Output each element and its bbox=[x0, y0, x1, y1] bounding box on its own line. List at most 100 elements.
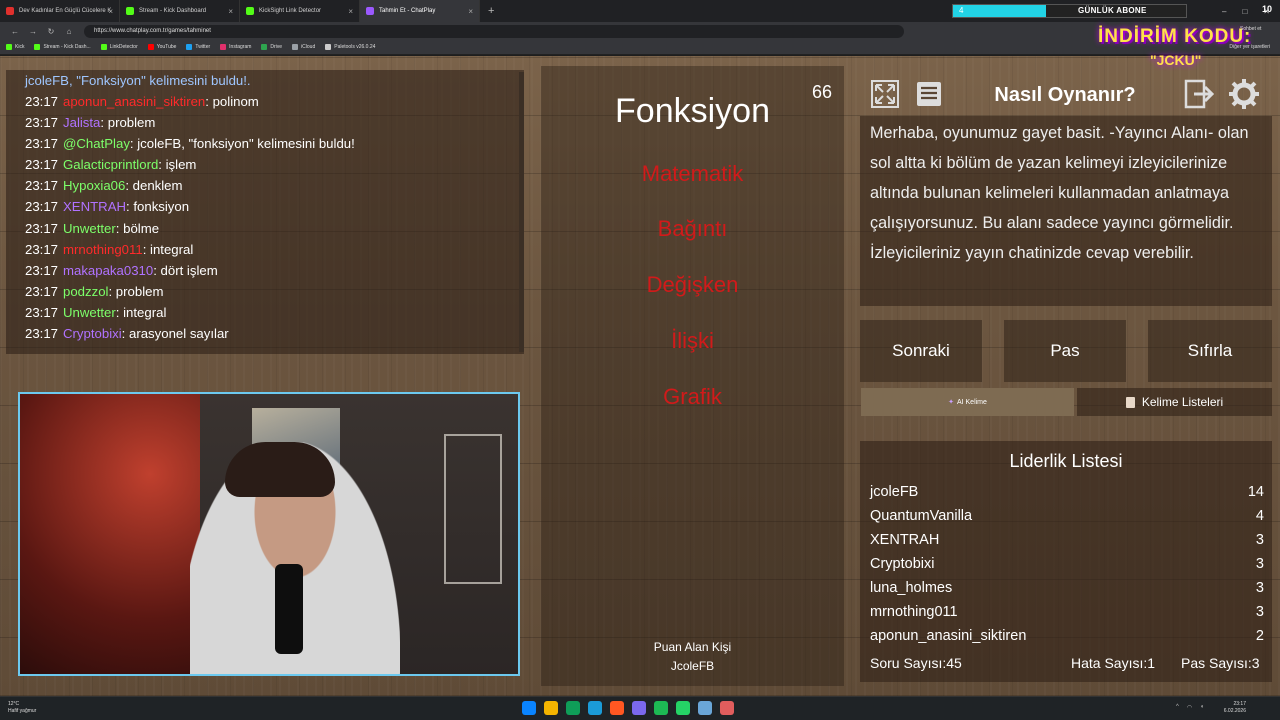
tab-favicon bbox=[6, 7, 14, 15]
chat-username[interactable]: mrnothing011 bbox=[63, 242, 143, 257]
taskbar-app-icon[interactable] bbox=[588, 701, 602, 715]
taskbar-app-icon[interactable] bbox=[676, 701, 690, 715]
chat-timestamp: 23:17 bbox=[25, 241, 59, 257]
forward-icon[interactable]: → bbox=[24, 27, 42, 36]
chat-username[interactable]: makapaka0310 bbox=[63, 263, 153, 278]
how-to-play-title: Nasıl Oynanır? bbox=[994, 84, 1136, 106]
url-field[interactable]: https://www.chatplay.com.tr/games/tahmin… bbox=[84, 24, 904, 38]
chat-scrollbar[interactable] bbox=[519, 72, 524, 352]
chat-username[interactable]: @ChatPlay bbox=[63, 136, 130, 151]
chat-button[interactable]: Sohbet et bbox=[1240, 26, 1261, 32]
address-bar: ← → ↻ ⌂ https://www.chatplay.com.tr/game… bbox=[0, 22, 1280, 40]
taskbar-app-icon[interactable] bbox=[610, 701, 624, 715]
tab-4-active[interactable]: Tahmin Et - ChatPlay × bbox=[360, 0, 480, 22]
bookmark-paletools[interactable]: Paletools v26.0.24 bbox=[325, 44, 375, 50]
chat-message: 23:17 mrnothing011: integral bbox=[25, 239, 524, 260]
taskbar-app-icon[interactable] bbox=[632, 701, 646, 715]
bookmark-youtube[interactable]: YouTube bbox=[147, 44, 176, 50]
chat-username[interactable]: podzzol bbox=[63, 284, 108, 299]
minimize-button[interactable]: – bbox=[1222, 7, 1226, 16]
leaderboard-score: 3 bbox=[1255, 556, 1264, 572]
tab-favicon bbox=[366, 7, 374, 15]
bookmark-drive[interactable]: Drive bbox=[261, 44, 282, 50]
close-icon[interactable]: × bbox=[108, 7, 113, 16]
windows-taskbar: 12°C Hafif yağmur ^ ◠ ◖ 23:17 6.02.2026 bbox=[0, 696, 1280, 720]
new-tab-button[interactable]: + bbox=[488, 5, 494, 17]
leaderboard-row: QuantumVanilla 4 bbox=[870, 508, 1264, 524]
taskbar-app-icon[interactable] bbox=[654, 701, 668, 715]
chat-username[interactable]: Unwetter bbox=[63, 305, 116, 320]
chat-username[interactable]: Galacticprintlord bbox=[63, 157, 158, 172]
home-icon[interactable]: ⌂ bbox=[60, 27, 78, 36]
chat-timestamp: 23:17 bbox=[25, 199, 59, 215]
taskbar-app-icon[interactable] bbox=[698, 701, 712, 715]
close-icon[interactable]: × bbox=[228, 7, 233, 16]
chat-timestamp: 23:17 bbox=[25, 178, 59, 194]
bookmark-stream[interactable]: Stream - Kick Dash... bbox=[34, 44, 91, 50]
sub-goal-progress bbox=[953, 5, 1047, 17]
chat-username[interactable]: Hypoxia06 bbox=[63, 178, 125, 193]
bookmarks-bar: Kick Stream - Kick Dash... LinkDetector … bbox=[0, 40, 1280, 55]
chat-username[interactable]: aponun_anasini_siktiren bbox=[63, 94, 205, 109]
bookmark-instagram[interactable]: Instagram bbox=[220, 44, 251, 50]
leaderboard-score: 2 bbox=[1255, 628, 1264, 644]
chat-timestamp: 23:17 bbox=[25, 262, 59, 278]
speaker-icon[interactable]: ◖ bbox=[1200, 704, 1204, 711]
leaderboard-row: mrnothing011 3 bbox=[870, 604, 1264, 620]
close-icon[interactable]: × bbox=[468, 7, 473, 16]
reset-button[interactable]: Sıfırla bbox=[1148, 320, 1272, 382]
leaderboard-name: XENTRAH bbox=[870, 532, 940, 548]
leaderboard-panel: Liderlik Listesi jcoleFB 14 QuantumVanilla… bbox=[860, 441, 1272, 682]
leaderboard-name: Cryptobixi bbox=[870, 556, 935, 572]
ai-word-button[interactable]: ✦ AI Kelime bbox=[861, 388, 1074, 416]
fullscreen-icon[interactable] bbox=[867, 76, 903, 112]
bookmark-linkdetector[interactable]: LinkDetector bbox=[100, 44, 138, 50]
discount-code-title: İNDİRİM KODU: bbox=[1098, 26, 1252, 47]
chat-timestamp: 23:17 bbox=[25, 326, 59, 342]
taboo-word: İlişki bbox=[671, 328, 714, 353]
weather-temp: 12°C bbox=[8, 701, 20, 707]
taskbar-app-icon[interactable] bbox=[720, 701, 734, 715]
screen: Dev Kadınlar En Güçlü Cücelere K × Stream… bbox=[0, 0, 1280, 720]
chat-text: : arasyonel sayılar bbox=[121, 326, 229, 342]
discount-code-value: "JCKU" bbox=[1150, 52, 1202, 68]
back-icon[interactable]: ← bbox=[6, 27, 24, 36]
instagram-icon bbox=[220, 44, 227, 50]
taskbar-app-icon[interactable] bbox=[566, 701, 580, 715]
leaderboard-name: QuantumVanilla bbox=[870, 508, 973, 524]
maximize-button[interactable]: □ bbox=[1242, 7, 1247, 16]
tab-label: Tahmin Et - ChatPlay bbox=[379, 8, 436, 14]
chevron-up-icon[interactable]: ^ bbox=[1176, 704, 1179, 711]
chat-username[interactable]: XENTRAH bbox=[63, 199, 126, 214]
chat-username[interactable]: Unwetter bbox=[63, 221, 116, 236]
tab-3[interactable]: KickSight Link Detector × bbox=[240, 0, 360, 22]
exit-icon[interactable] bbox=[1182, 76, 1218, 112]
chat-username[interactable]: Cryptobixi bbox=[63, 326, 122, 341]
leaderboard-row: jcoleFB 14 bbox=[870, 484, 1264, 500]
document-icon[interactable] bbox=[911, 76, 947, 112]
chat-message: 23:17 podzzol: problem bbox=[25, 281, 524, 302]
weather-desc: Hafif yağmur bbox=[8, 708, 37, 714]
pass-button[interactable]: Pas bbox=[1004, 320, 1126, 382]
weather-widget[interactable]: 12°C Hafif yağmur bbox=[8, 701, 36, 715]
bookmark-icloud[interactable]: iCloud bbox=[292, 44, 315, 50]
bookmark-twitter[interactable]: Twitter bbox=[186, 44, 210, 50]
daily-sub-goal-bar: 4 GÜNLÜK ABONE bbox=[952, 4, 1187, 18]
taskbar-clock[interactable]: 23:17 6.02.2026 bbox=[1224, 701, 1246, 715]
next-button[interactable]: Sonraki bbox=[860, 320, 982, 382]
tab-1[interactable]: Dev Kadınlar En Güçlü Cücelere K × bbox=[0, 0, 120, 22]
taskbar-app-icon[interactable] bbox=[522, 701, 536, 715]
bookmark-kick[interactable]: Kick bbox=[6, 44, 24, 50]
chat-timestamp: 23:17 bbox=[25, 220, 59, 236]
word-lists-button[interactable]: Kelime Listeleri bbox=[1077, 388, 1272, 416]
close-icon[interactable]: × bbox=[348, 7, 353, 16]
taskbar-app-icon[interactable] bbox=[544, 701, 558, 715]
tab-2[interactable]: Stream - Kick Dashboard × bbox=[120, 0, 240, 22]
chat-username[interactable]: Jalista bbox=[63, 115, 100, 130]
tab-favicon bbox=[126, 7, 134, 15]
game-page: jcoleFB, "Fonksiyon" kelimesini buldu!. … bbox=[0, 56, 1280, 696]
taskbar-apps bbox=[522, 701, 734, 715]
gear-icon[interactable] bbox=[1226, 76, 1262, 112]
wifi-icon[interactable]: ◠ bbox=[1187, 704, 1192, 711]
reload-icon[interactable]: ↻ bbox=[42, 27, 60, 36]
